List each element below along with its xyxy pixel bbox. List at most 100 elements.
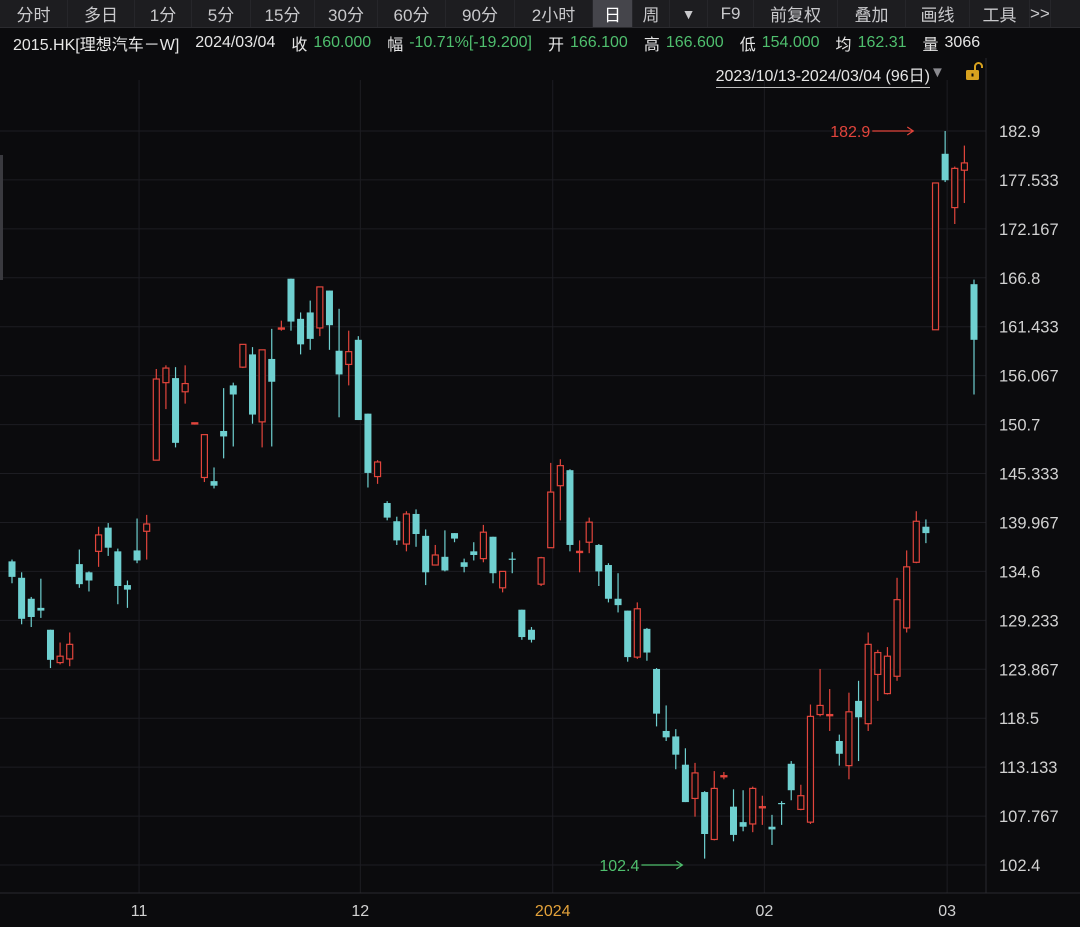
candle-body-down xyxy=(624,610,632,658)
avg-label: 均 xyxy=(835,37,852,54)
candle-body-up xyxy=(200,434,208,479)
candle-body-down xyxy=(508,558,516,560)
candle-body-down xyxy=(37,607,45,611)
candle-body-up xyxy=(258,349,266,423)
tab-90min[interactable]: 90分 xyxy=(446,0,515,27)
high-annotation: 182.9 xyxy=(830,124,870,141)
candle-body-down xyxy=(768,826,776,830)
candle-body-down xyxy=(172,378,180,443)
left-scroll-handle[interactable] xyxy=(0,155,3,280)
candle-body-up xyxy=(912,520,920,563)
y-tick-label: 182.9 xyxy=(999,123,1040,141)
quote-info-bar: 2015.HK[理想汽车－W] 2024/03/04 收 160.000 幅 -… xyxy=(0,28,1080,58)
candle-body-down xyxy=(970,284,978,340)
y-tick-label: 139.967 xyxy=(999,514,1059,532)
tab-15min[interactable]: 15分 xyxy=(251,0,315,27)
x-tick-label: 02 xyxy=(755,903,773,920)
y-tick-label: 177.533 xyxy=(999,172,1059,190)
triangle-down-icon[interactable]: ▼ xyxy=(930,64,945,81)
candle-body-up xyxy=(720,775,728,778)
candle-body-down xyxy=(229,385,237,395)
candle-body-down xyxy=(643,628,651,653)
candle-body-down xyxy=(75,564,83,585)
date-range-selector[interactable]: 2023/10/13-2024/03/04 (96日) xyxy=(715,62,930,88)
tab-5min[interactable]: 5分 xyxy=(192,0,251,27)
y-tick-label: 145.333 xyxy=(999,466,1059,484)
candle-body-up xyxy=(181,382,189,393)
candle-body-down xyxy=(787,763,795,791)
candle-body-up xyxy=(633,608,641,658)
candle-body-up xyxy=(152,378,160,461)
candle xyxy=(383,501,391,521)
low-value: 154.000 xyxy=(761,34,820,51)
y-tick-label: 161.433 xyxy=(999,319,1059,337)
candle-body-up xyxy=(547,491,555,549)
candle-body-up xyxy=(710,787,718,841)
y-tick-label: 113.133 xyxy=(999,759,1057,777)
change-label: 幅 xyxy=(387,37,404,54)
tab-weekly[interactable]: 周 xyxy=(633,0,670,27)
candle-body-down xyxy=(422,535,430,573)
candle-body-down xyxy=(604,565,612,599)
candle-body-down xyxy=(123,585,131,590)
low-annotation: 102.4 xyxy=(599,858,639,875)
candle xyxy=(518,609,526,640)
candle xyxy=(566,469,574,552)
candle-body-up xyxy=(402,513,411,545)
candle xyxy=(172,367,180,448)
candle-body-down xyxy=(364,413,372,473)
candle-body-up xyxy=(66,643,74,660)
tab-adjusted[interactable]: 前复权 xyxy=(754,0,838,27)
y-tick-label: 107.767 xyxy=(999,808,1059,826)
candle-body-up xyxy=(826,713,834,717)
tab-multi-day[interactable]: 多日 xyxy=(68,0,135,27)
tab-draw[interactable]: 画线 xyxy=(906,0,970,27)
tab-f9[interactable]: F9 xyxy=(708,0,754,27)
tab-overlay[interactable]: 叠加 xyxy=(838,0,906,27)
x-tick-label: 12 xyxy=(351,903,369,920)
candle-body-down xyxy=(85,572,93,581)
chevron-down-icon[interactable]: ▼ xyxy=(670,0,708,27)
candle-body-down xyxy=(18,577,26,619)
candle-body-up xyxy=(960,162,968,171)
candle-body-up xyxy=(556,465,564,487)
candle-body-up xyxy=(56,655,64,664)
candle-body-down xyxy=(268,358,276,382)
candle-body-down xyxy=(662,730,670,738)
candle-body-up xyxy=(816,704,824,716)
candle xyxy=(624,610,632,662)
open-value: 166.100 xyxy=(569,34,628,51)
unlock-icon[interactable] xyxy=(963,60,985,82)
x-tick-label: 11 xyxy=(131,903,148,920)
candle-body-down xyxy=(681,764,689,803)
candle-body-up xyxy=(893,599,901,677)
candle-body-up xyxy=(691,772,699,800)
tab-daily[interactable]: 日 xyxy=(593,0,633,27)
candle-body-down xyxy=(595,544,603,572)
stock-symbol[interactable]: 2015.HK[理想汽车－W] xyxy=(13,31,179,55)
tab-2hour[interactable]: 2小时 xyxy=(515,0,593,27)
tab-30min[interactable]: 30分 xyxy=(315,0,378,27)
candle xyxy=(931,182,940,331)
candle-body-down xyxy=(8,561,16,577)
chart-background xyxy=(0,0,1080,927)
candle xyxy=(864,632,872,731)
tab-intraday[interactable]: 分时 xyxy=(0,0,68,27)
tab-tools[interactable]: 工具 xyxy=(970,0,1030,27)
tab-1min[interactable]: 1分 xyxy=(135,0,192,27)
candle-body-up xyxy=(345,351,353,366)
candle-body-down xyxy=(653,668,661,714)
candle-body-down xyxy=(46,629,54,660)
candle xyxy=(604,563,612,603)
candle-body-down xyxy=(460,562,468,567)
candle-body-down xyxy=(441,556,449,571)
candle-body-down xyxy=(383,503,391,518)
candle-body-up xyxy=(239,343,247,368)
candle-body-down xyxy=(297,318,305,345)
y-tick-label: 166.8 xyxy=(999,270,1040,288)
candle-body-up xyxy=(431,554,439,566)
tab-60min[interactable]: 60分 xyxy=(378,0,446,27)
candle xyxy=(354,336,362,421)
candle xyxy=(537,556,545,586)
tab-more[interactable]: >> xyxy=(1030,0,1051,27)
